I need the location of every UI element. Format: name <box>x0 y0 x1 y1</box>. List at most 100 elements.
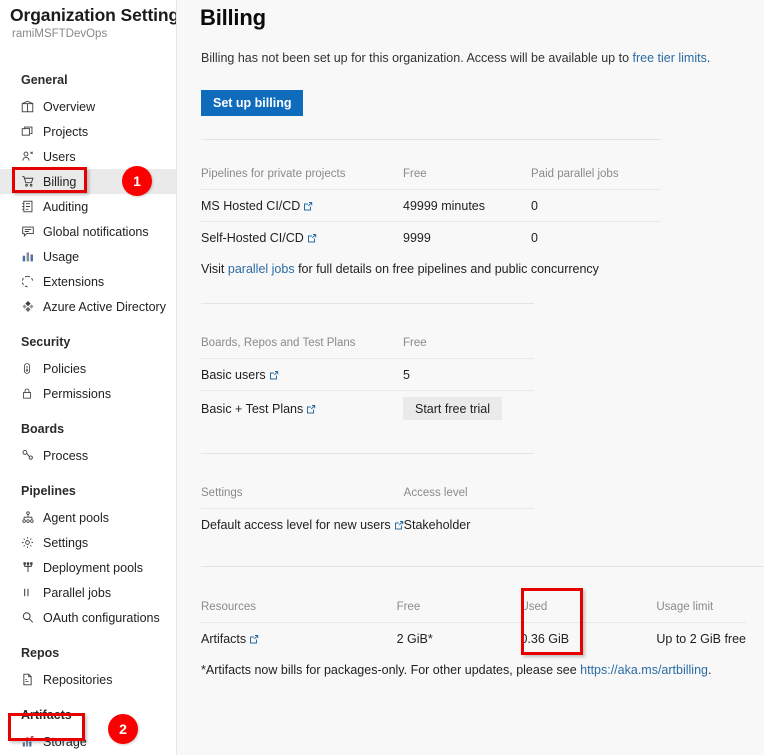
table-row: Default access level for new users Stake… <box>201 508 534 540</box>
sidebar-item-label: Repositories <box>43 672 113 687</box>
cell-usage-limit: Up to 2 GiB free <box>656 622 746 654</box>
sidebar-item-billing[interactable]: Billing <box>0 169 176 194</box>
sidebar-item-storage[interactable]: Storage <box>0 729 176 754</box>
table-row: Basic + Test Plans Start free trial <box>201 390 534 425</box>
agent-pools-icon <box>21 511 38 525</box>
sidebar-item-label: Overview <box>43 99 96 114</box>
basic-users-link[interactable]: Basic users <box>201 368 266 382</box>
sidebar-item-users[interactable]: Users <box>0 144 176 169</box>
sidebar-item-usage[interactable]: Usage <box>0 244 176 269</box>
sidebar-item-label: Policies <box>43 361 87 376</box>
sidebar-item-oauth-configurations[interactable]: OAuth configurations <box>0 605 176 630</box>
sidebar-item-label: Settings <box>43 535 89 550</box>
deployment-pools-icon <box>21 561 38 575</box>
users-icon <box>21 150 38 164</box>
sidebar-item-policies[interactable]: Policies <box>0 356 176 381</box>
sidebar-item-deployment-pools[interactable]: Deployment pools <box>0 555 176 580</box>
extensions-icon <box>21 275 38 289</box>
sidebar-item-label: Users <box>43 149 76 164</box>
cell-setting-name[interactable]: Default access level for new users <box>201 508 404 540</box>
organization-name: ramiMSFTDevOps <box>12 28 108 40</box>
cell-resource-name[interactable]: Self-Hosted CI/CD <box>201 221 403 253</box>
billing-intro-text: Billing has not been set up for this org… <box>201 51 710 65</box>
col-header-used: Used <box>520 601 548 613</box>
storage-chart-icon <box>21 735 38 749</box>
basic-test-plans-link[interactable]: Basic + Test Plans <box>201 402 303 416</box>
start-free-trial-button[interactable]: Start free trial <box>403 397 503 420</box>
col-header-resources: Resources <box>201 601 256 613</box>
parallel-jobs-icon <box>21 586 38 600</box>
sidebar-item-agent-pools[interactable]: Agent pools <box>0 505 176 530</box>
note-lead: *Artifacts now bills for packages-only. … <box>201 663 581 677</box>
billing-cart-icon <box>21 175 38 189</box>
parallel-jobs-link[interactable]: parallel jobs <box>228 262 295 276</box>
free-tier-limits-link[interactable]: free tier limits <box>633 51 707 65</box>
sidebar-item-parallel-jobs[interactable]: Parallel jobs <box>0 580 176 605</box>
nav-group-title-artifacts: Artifacts <box>21 708 72 722</box>
table-row: Self-Hosted CI/CD 9999 0 <box>201 221 661 253</box>
sidebar-nav: General Overview Projects Users Billing Audit… <box>0 66 176 754</box>
cell-free: 49999 minutes <box>403 189 531 222</box>
cell-paid: 0 <box>531 221 661 253</box>
policies-icon <box>21 362 38 376</box>
permissions-lock-icon <box>21 387 38 401</box>
default-access-level-link[interactable]: Default access level for new users <box>201 518 391 532</box>
sidebar-item-repositories[interactable]: Repositories <box>0 667 176 692</box>
section-divider-1 <box>201 139 661 140</box>
col-header-free: Free <box>396 601 421 613</box>
section-divider-2 <box>201 303 534 304</box>
intro-text-lead: Billing has not been set up for this org… <box>201 51 633 65</box>
cell-resource-name[interactable]: Artifacts <box>201 622 397 654</box>
nav-group-title-pipelines: Pipelines <box>21 484 76 498</box>
sidebar-item-projects[interactable]: Projects <box>0 119 176 144</box>
nav-group-spacer <box>0 468 176 477</box>
cell-free: 9999 <box>403 221 531 253</box>
notifications-icon <box>21 225 38 239</box>
sidebar-item-label: Deployment pools <box>43 560 144 575</box>
sidebar-item-label: Agent pools <box>43 510 110 525</box>
azure-ad-icon <box>21 300 38 314</box>
col-header-usage-limit: Usage limit <box>656 601 714 613</box>
sidebar-item-azure-active-directory[interactable]: Azure Active Directory <box>0 294 176 319</box>
sidebar-item-label: Azure Active Directory <box>43 299 166 314</box>
sidebar-item-label: Parallel jobs <box>43 585 112 600</box>
sidebar-item-label: Process <box>43 448 89 463</box>
col-header-pipelines: Pipelines for private projects <box>201 168 346 180</box>
sidebar-item-overview[interactable]: Overview <box>0 94 176 119</box>
sidebar-item-global-notifications[interactable]: Global notifications <box>0 219 176 244</box>
sidebar-item-settings[interactable]: Settings <box>0 530 176 555</box>
cell-paid: 0 <box>531 189 661 222</box>
table-header-row: Boards, Repos and Test Plans Free <box>201 337 534 359</box>
external-link-icon <box>303 200 313 211</box>
sidebar-item-extensions[interactable]: Extensions <box>0 269 176 294</box>
sidebar-item-process[interactable]: Process <box>0 443 176 468</box>
set-up-billing-button[interactable]: Set up billing <box>201 90 304 116</box>
sidebar-item-permissions[interactable]: Permissions <box>0 381 176 406</box>
auditing-icon <box>21 200 38 214</box>
gear-icon <box>21 536 38 550</box>
cell-access-level: Stakeholder <box>403 508 534 540</box>
main-content: Billing Billing has not been set up for … <box>177 0 764 755</box>
cell-free: 2 GiB* <box>396 622 521 654</box>
note-tail: for full details on free pipelines and p… <box>294 262 599 276</box>
cell-resource-name[interactable]: Basic users <box>201 358 403 391</box>
sidebar-item-label: OAuth configurations <box>43 610 160 625</box>
external-link-icon <box>394 519 404 530</box>
table-row: MS Hosted CI/CD 49999 minutes 0 <box>201 189 661 222</box>
ms-hosted-cicd-link[interactable]: MS Hosted CI/CD <box>201 199 300 213</box>
note-tail: . <box>707 663 712 677</box>
self-hosted-cicd-link[interactable]: Self-Hosted CI/CD <box>201 231 304 245</box>
boards-table: Boards, Repos and Test Plans Free Basic … <box>201 337 534 425</box>
cell-resource-name[interactable]: MS Hosted CI/CD <box>201 189 403 222</box>
external-link-icon <box>307 232 317 243</box>
artifacts-link[interactable]: Artifacts <box>201 632 246 646</box>
sidebar-item-auditing[interactable]: Auditing <box>0 194 176 219</box>
col-header-free: Free <box>403 168 427 180</box>
sidebar-item-label: Global notifications <box>43 224 149 239</box>
sidebar-item-label: Usage <box>43 249 80 264</box>
cell-resource-name[interactable]: Basic + Test Plans <box>201 390 403 425</box>
overview-icon <box>21 100 38 114</box>
artbilling-url-link[interactable]: https://aka.ms/artbilling <box>580 663 708 677</box>
pipelines-table: Pipelines for private projects Free Paid… <box>201 168 661 253</box>
table-header-row: Pipelines for private projects Free Paid… <box>201 168 661 190</box>
